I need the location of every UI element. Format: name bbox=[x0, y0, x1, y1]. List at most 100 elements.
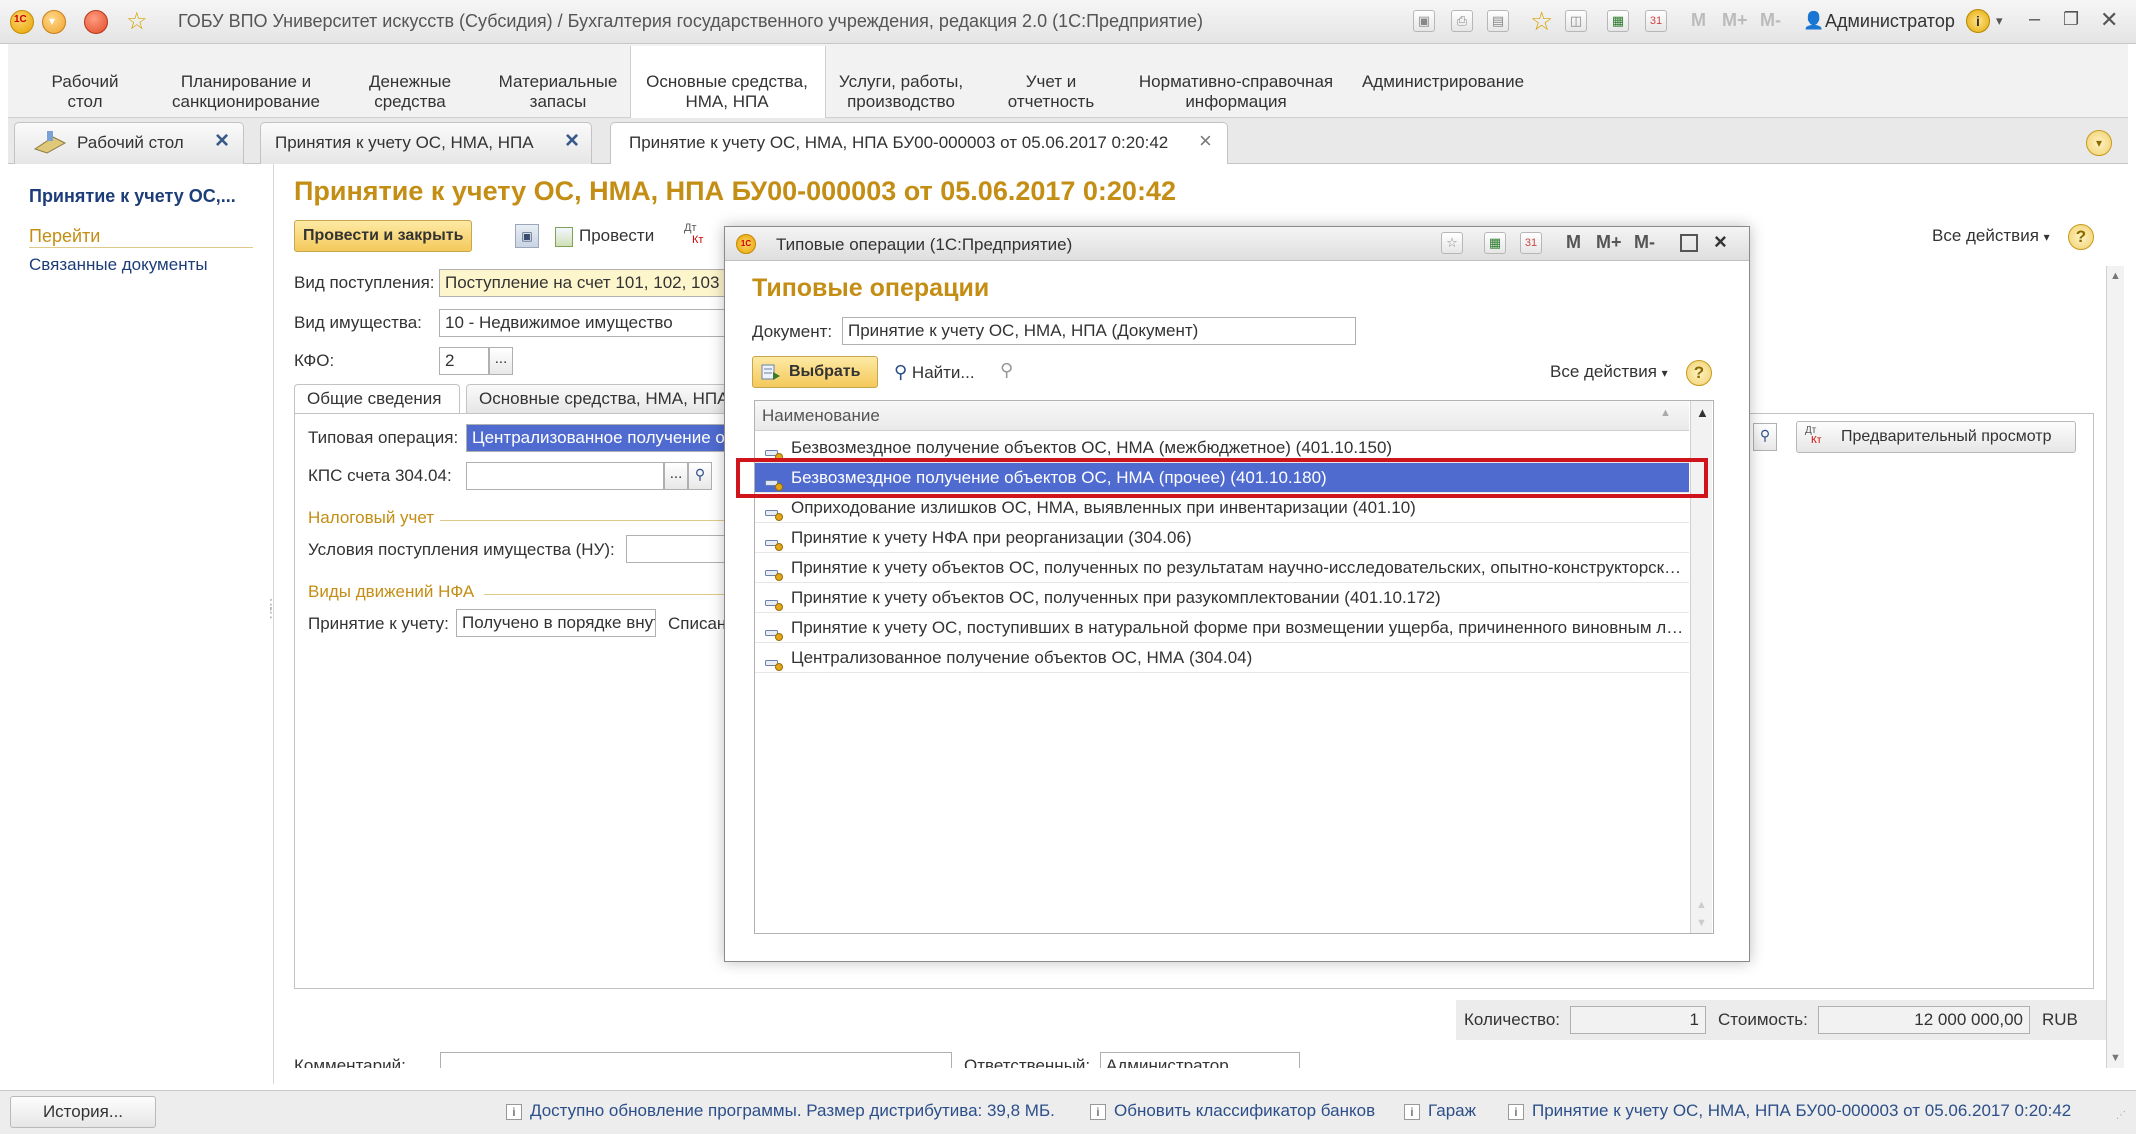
tab-current-document[interactable]: Принятие к учету ОС, НМА, НПА БУ00-00000… bbox=[610, 122, 1228, 166]
kfo-select-button[interactable]: ... bbox=[489, 347, 513, 375]
close-icon[interactable]: ✕ bbox=[2100, 7, 2118, 33]
section-administration[interactable]: Администрирование bbox=[1360, 72, 1526, 92]
dt-kt-icon[interactable]: Дт Кт bbox=[684, 222, 703, 246]
tab-desktop-close-icon[interactable]: × bbox=[215, 121, 229, 161]
column-name-header[interactable]: Наименование bbox=[762, 406, 880, 426]
restore-icon[interactable]: ❐ bbox=[2063, 9, 2079, 30]
sort-icon[interactable]: ▲ bbox=[1660, 407, 1671, 419]
cancel-search-icon[interactable]: ⚲ bbox=[1000, 360, 1013, 381]
quantity-field[interactable]: 1 bbox=[1570, 1006, 1706, 1034]
find-icon: ⚲ bbox=[894, 362, 908, 382]
document-scrollbar[interactable]: ▲ ▼ bbox=[2106, 266, 2124, 1068]
table-row[interactable]: Принятие к учету объектов ОС, полученных… bbox=[755, 553, 1689, 583]
section-planning[interactable]: Планирование и санкционирование bbox=[167, 72, 325, 112]
post-and-close-button[interactable]: Провести и закрыть bbox=[294, 220, 473, 252]
splitter-handle[interactable]: ⋮ ⋮ bbox=[264, 597, 278, 619]
favorites-star-icon[interactable]: ☆ bbox=[126, 7, 148, 36]
dialog-calendar-icon[interactable]: 31 bbox=[1520, 232, 1542, 254]
post-button[interactable]: Провести bbox=[555, 221, 695, 253]
kps-select-button[interactable]: ... bbox=[664, 462, 688, 490]
comment-row-clip: Комментарий: Ответственный: Администрато… bbox=[280, 1050, 2100, 1068]
receipt-type-field[interactable]: Поступление на счет 101, 102, 103 bbox=[439, 269, 729, 297]
table-row[interactable]: Принятие к учету НФА при реорганизации (… bbox=[755, 523, 1689, 553]
info-icon[interactable]: i bbox=[1966, 9, 1990, 33]
tab-os-list[interactable]: Принятия к учету ОС, НМА, НПА × bbox=[260, 122, 592, 164]
history-button[interactable]: История... bbox=[10, 1096, 156, 1128]
table-row[interactable]: Централизованное получение объектов ОС, … bbox=[755, 643, 1689, 673]
section-reporting[interactable]: Учет и отчетность bbox=[1000, 72, 1102, 112]
dialog-help-icon[interactable]: ? bbox=[1686, 360, 1712, 386]
section-reference[interactable]: Нормативно-справочная информация bbox=[1138, 72, 1334, 112]
memory-mplus-button[interactable]: M+ bbox=[1722, 10, 1748, 31]
leftnav-link-related-docs[interactable]: Связанные документы bbox=[29, 255, 208, 275]
kfo-field[interactable]: 2 bbox=[439, 347, 489, 375]
section-materials[interactable]: Материальные запасы bbox=[495, 72, 621, 112]
tab-general-info[interactable]: Общие сведения bbox=[294, 384, 460, 414]
dialog-calculator-icon[interactable]: ▦ bbox=[1484, 232, 1506, 254]
preview-icon[interactable]: ▤ bbox=[1487, 10, 1509, 32]
kps-label: КПС счета 304.04: bbox=[308, 466, 452, 485]
tab-assets[interactable]: Основные средства, НМА, НПА bbox=[466, 384, 730, 414]
leftnav-title[interactable]: Принятие к учету ОС,... bbox=[29, 186, 236, 207]
dialog-all-actions-menu[interactable]: Все действия ▾ bbox=[1550, 362, 1668, 382]
tab-current-document-close-icon[interactable]: × bbox=[1199, 121, 1212, 161]
current-user[interactable]: Администратор bbox=[1825, 11, 1955, 32]
tab-desktop[interactable]: Рабочий стол × bbox=[14, 122, 244, 164]
operation-search-icon[interactable]: ⚲ bbox=[1753, 423, 1777, 451]
preview-button[interactable]: Дт Кт Предварительный просмотр bbox=[1796, 421, 2076, 453]
add-favorite-icon[interactable]: ☆ bbox=[1530, 6, 1553, 37]
comment-field[interactable] bbox=[440, 1052, 952, 1068]
dialog-close-icon[interactable]: × bbox=[1714, 229, 1727, 255]
dialog-memory-mplus-button[interactable]: M+ bbox=[1596, 232, 1622, 253]
dialog-maximize-icon[interactable] bbox=[1680, 234, 1698, 252]
section-desktop[interactable]: Рабочий стол bbox=[42, 72, 128, 112]
garage-link[interactable]: i Гараж bbox=[1404, 1101, 1476, 1121]
section-money[interactable]: Денежные средства bbox=[362, 72, 458, 112]
table-row[interactable]: Принятие к учету ОС, поступивших в натур… bbox=[755, 613, 1689, 643]
document-notification-link[interactable]: i Принятие к учету ОС, НМА, НПА БУ00-0000… bbox=[1508, 1101, 2071, 1121]
currency-label: RUB bbox=[2042, 1010, 2078, 1029]
help-icon[interactable]: ? bbox=[2068, 224, 2094, 250]
conditions-field[interactable] bbox=[626, 535, 730, 563]
nfa-group-line bbox=[484, 594, 730, 595]
close-app-circle-icon[interactable] bbox=[84, 10, 108, 34]
dialog-memory-m-button[interactable]: M bbox=[1566, 232, 1581, 253]
calculator-icon[interactable]: ▦ bbox=[1607, 10, 1629, 32]
kps-search-icon[interactable]: ⚲ bbox=[688, 462, 712, 490]
save-document-icon[interactable]: ▣ bbox=[515, 224, 539, 248]
dialog-memory-mminus-button[interactable]: M- bbox=[1634, 232, 1655, 253]
acceptance-field[interactable]: Получено в порядке внутр bbox=[456, 609, 656, 637]
info-dropdown-icon[interactable]: ▾ bbox=[1996, 13, 2003, 29]
document-title: Принятие к учету ОС, НМА, НПА БУ00-00000… bbox=[294, 176, 1176, 206]
kps-field[interactable] bbox=[466, 462, 664, 490]
dialog-favorite-icon[interactable]: ☆ bbox=[1441, 232, 1463, 254]
select-button[interactable]: Выбрать bbox=[752, 356, 878, 388]
memory-mminus-button[interactable]: M- bbox=[1760, 10, 1781, 31]
all-actions-menu[interactable]: Все действия ▾ bbox=[1932, 226, 2050, 246]
post-icon bbox=[555, 226, 573, 247]
save-icon[interactable]: ▣ bbox=[1413, 10, 1435, 32]
memory-m-button[interactable]: M bbox=[1691, 10, 1706, 31]
calendar-icon[interactable]: 31 bbox=[1645, 10, 1667, 32]
cost-field[interactable]: 12 000 000,00 bbox=[1818, 1006, 2030, 1034]
operation-icon bbox=[765, 651, 783, 671]
menu-circle-icon[interactable]: ▾ bbox=[42, 10, 66, 34]
tabs-menu-icon[interactable]: ▾ bbox=[2086, 130, 2112, 156]
minimize-icon[interactable]: – bbox=[2029, 8, 2040, 31]
update-info-icon: i bbox=[506, 1103, 522, 1120]
print-icon[interactable]: ⎙ bbox=[1451, 10, 1473, 32]
history-icon[interactable]: ◫ bbox=[1565, 10, 1587, 32]
update-available-link[interactable]: i Доступно обновление программы. Размер д… bbox=[506, 1101, 1055, 1121]
table-row[interactable]: Принятие к учету объектов ОС, полученных… bbox=[755, 583, 1689, 613]
app-logo-icon[interactable]: 1С bbox=[10, 10, 34, 34]
typical-operation-field[interactable]: Централизованное получение объектов ОС, … bbox=[466, 424, 730, 452]
dialog-document-field[interactable]: Принятие к учету ОС, НМА, НПА (Документ) bbox=[842, 317, 1356, 345]
tab-os-list-close-icon[interactable]: × bbox=[565, 121, 579, 161]
section-fixed-assets[interactable]: Основные средства, НМА, НПА bbox=[638, 72, 816, 112]
update-banks-link[interactable]: i Обновить классификатор банков bbox=[1090, 1101, 1375, 1121]
responsible-field[interactable]: Администратор bbox=[1100, 1052, 1300, 1068]
resize-grip-icon[interactable]: ⋰ bbox=[2116, 1110, 2126, 1121]
find-button[interactable]: ⚲ Найти... bbox=[894, 362, 975, 383]
property-type-field[interactable]: 10 - Недвижимое имущество bbox=[439, 309, 729, 337]
section-services[interactable]: Услуги, работы, производство bbox=[832, 72, 970, 112]
